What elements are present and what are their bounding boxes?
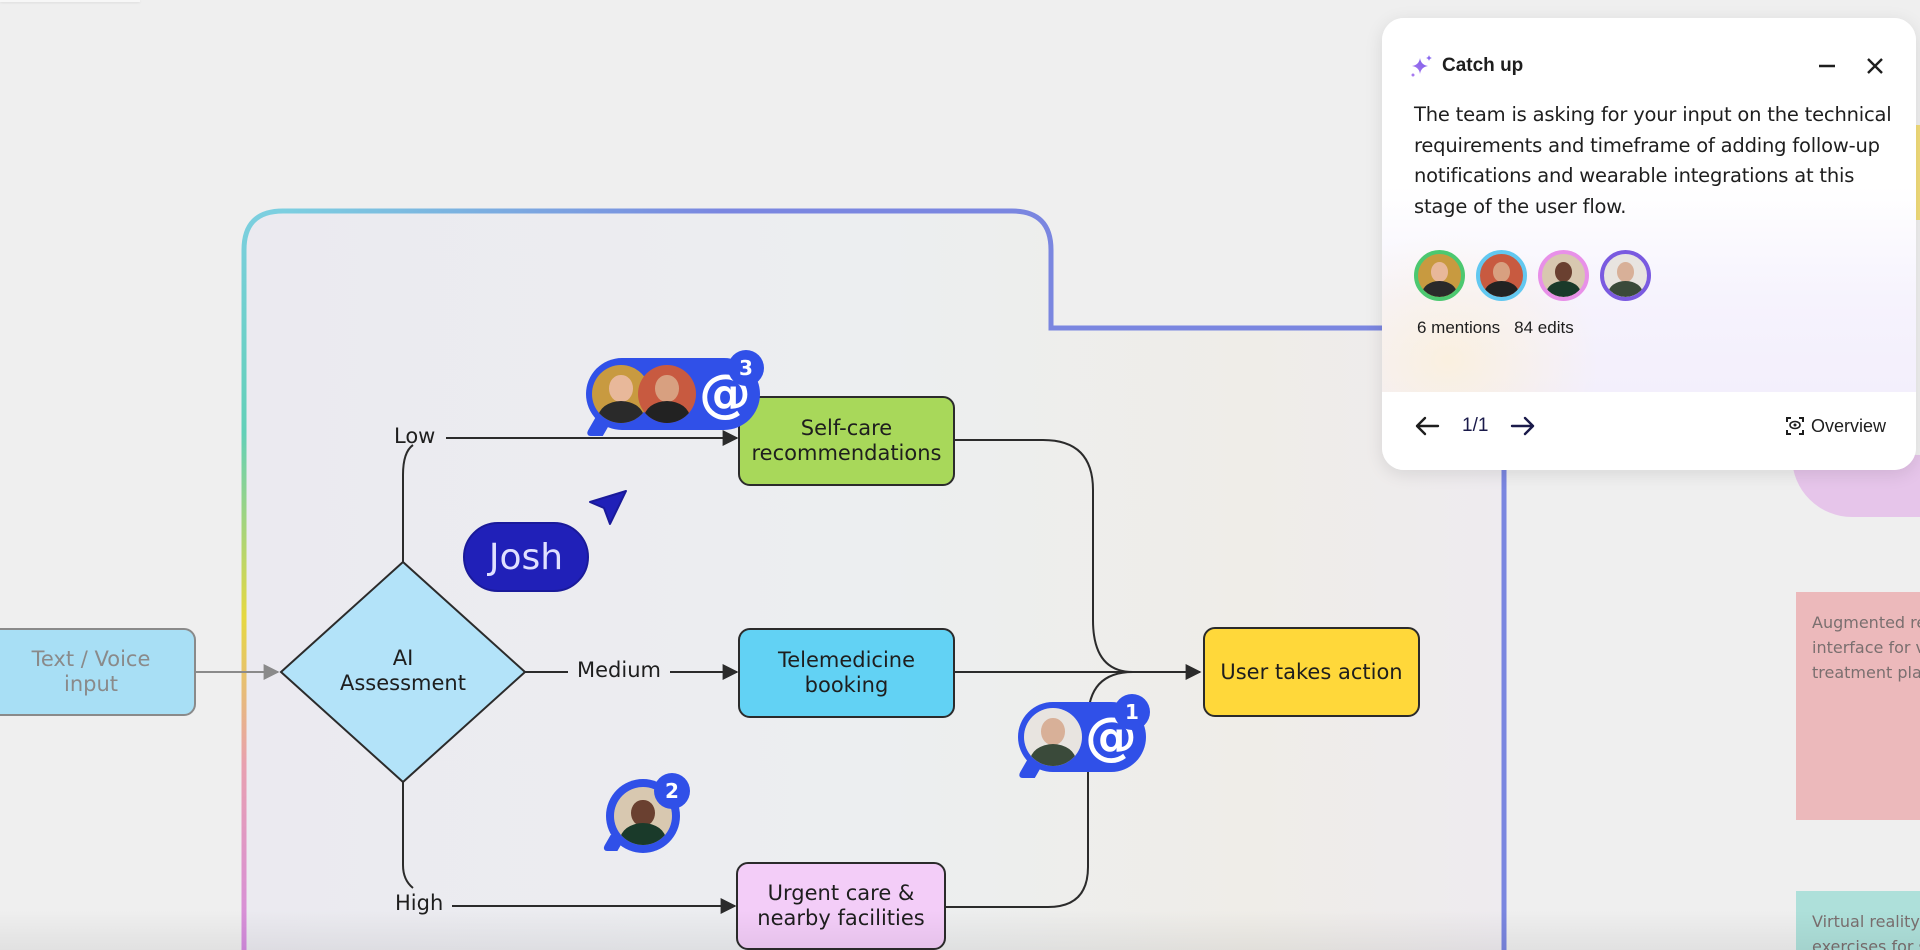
sparkle-icon (1411, 55, 1432, 77)
edits-count: 84 edits (1514, 318, 1574, 337)
catch-up-panel: Catch up The team is asking for your inp… (1382, 18, 1916, 470)
comment-count-badge: 2 (654, 773, 690, 809)
node-label: Urgent care & nearby facilities (757, 881, 925, 930)
participant-avatar-3[interactable] (1538, 250, 1589, 301)
node-urgent-care[interactable]: Urgent care & nearby facilities (736, 862, 946, 950)
mention-bubble-merge[interactable]: @ 1 (1016, 694, 1150, 778)
arrow-left-icon (1415, 416, 1440, 436)
close-button[interactable] (1862, 53, 1888, 79)
collaborator-cursor-label: Josh (463, 522, 589, 592)
node-label: User takes action (1220, 659, 1403, 684)
participant-avatar-1[interactable] (1414, 250, 1465, 301)
overview-button[interactable]: Overview (1785, 416, 1886, 437)
node-label: Telemedicine booking (777, 648, 916, 697)
mention-bubble-selfcare[interactable]: @ 3 (584, 350, 764, 436)
node-telemedicine-booking[interactable]: Telemedicine booking (738, 628, 955, 718)
previous-button[interactable] (1414, 413, 1440, 439)
panel-footer: 1/1 Overview (1382, 392, 1916, 470)
arrow-right-icon (1511, 416, 1535, 436)
collaborator-cursor-icon (589, 490, 627, 525)
frame-background (244, 211, 1504, 950)
avatar-bearded-man (638, 365, 696, 423)
branch-label-high: High (395, 891, 444, 915)
minimize-icon (1819, 64, 1835, 68)
whiteboard-canvas[interactable]: Augmented re interface for vi treatment … (0, 0, 1920, 950)
overview-label: Overview (1810, 415, 1886, 436)
close-icon (1867, 58, 1883, 74)
branch-label-low: Low (394, 424, 436, 448)
node-user-takes-action[interactable]: User takes action (1203, 627, 1420, 717)
comment-bubble[interactable]: 2 (601, 773, 690, 853)
node-ai-assessment[interactable]: AI Assessment (323, 646, 483, 696)
participant-avatars (1414, 250, 1651, 301)
participant-avatar-2[interactable] (1476, 250, 1527, 301)
page-indicator: 1/1 (1462, 415, 1489, 436)
panel-title: Catch up (1442, 55, 1524, 76)
mention-count-badge: 1 (1114, 694, 1150, 730)
catch-up-summary: The team is asking for your input on the… (1414, 103, 1892, 218)
minimize-button[interactable] (1814, 53, 1840, 79)
node-text-voice-input[interactable]: Text / Voice input (0, 628, 196, 716)
next-button[interactable] (1510, 413, 1536, 439)
activity-stats: 6 mentions 84 edits (1417, 318, 1574, 338)
node-label: Text / Voice input (31, 647, 151, 696)
mentions-count: 6 mentions (1417, 318, 1501, 337)
pager: 1/1 (1414, 413, 1536, 439)
node-label: Self-care recommendations (751, 416, 942, 465)
branch-label-medium: Medium (577, 658, 661, 682)
mention-count-badge: 3 (728, 350, 764, 386)
avatar-blonde-woman (1024, 708, 1082, 766)
node-self-care-recommendations[interactable]: Self-care recommendations (738, 396, 955, 486)
participant-avatar-4[interactable] (1600, 250, 1651, 301)
panel-header: Catch up (1410, 48, 1888, 84)
overview-eye-icon (1785, 417, 1804, 435)
